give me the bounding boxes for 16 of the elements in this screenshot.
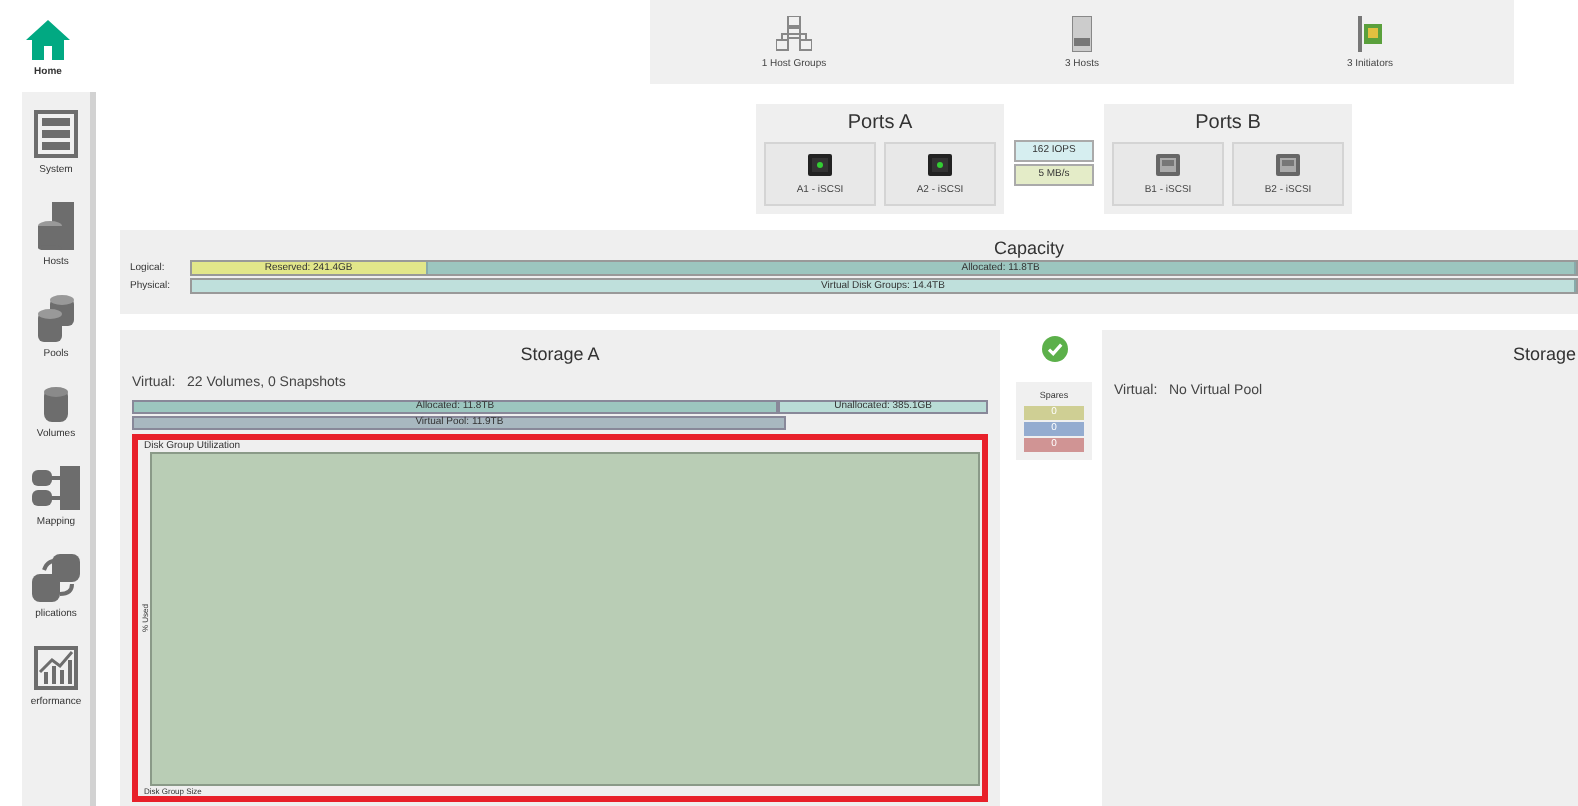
- panel-title: Ports A: [847, 112, 913, 134]
- server-icon: [38, 202, 74, 250]
- server-icon: [1072, 16, 1092, 52]
- server-rack-icon: [34, 110, 78, 158]
- panel-title: Storage A: [518, 344, 602, 364]
- expansion-card-icon: [1358, 16, 1382, 52]
- mapping-icon: [32, 466, 80, 510]
- network-icon: [776, 16, 812, 52]
- panel-title: Capacity: [991, 238, 1066, 258]
- home-icon: [26, 20, 70, 60]
- chart-icon: [33, 646, 78, 690]
- panel-title: Storage: [1512, 344, 1576, 364]
- cylinders-arrow-icon: [32, 554, 80, 602]
- cylinder-icon: [44, 386, 68, 422]
- panel-title: Ports B: [1195, 112, 1261, 134]
- cylinders-icon: [38, 294, 74, 342]
